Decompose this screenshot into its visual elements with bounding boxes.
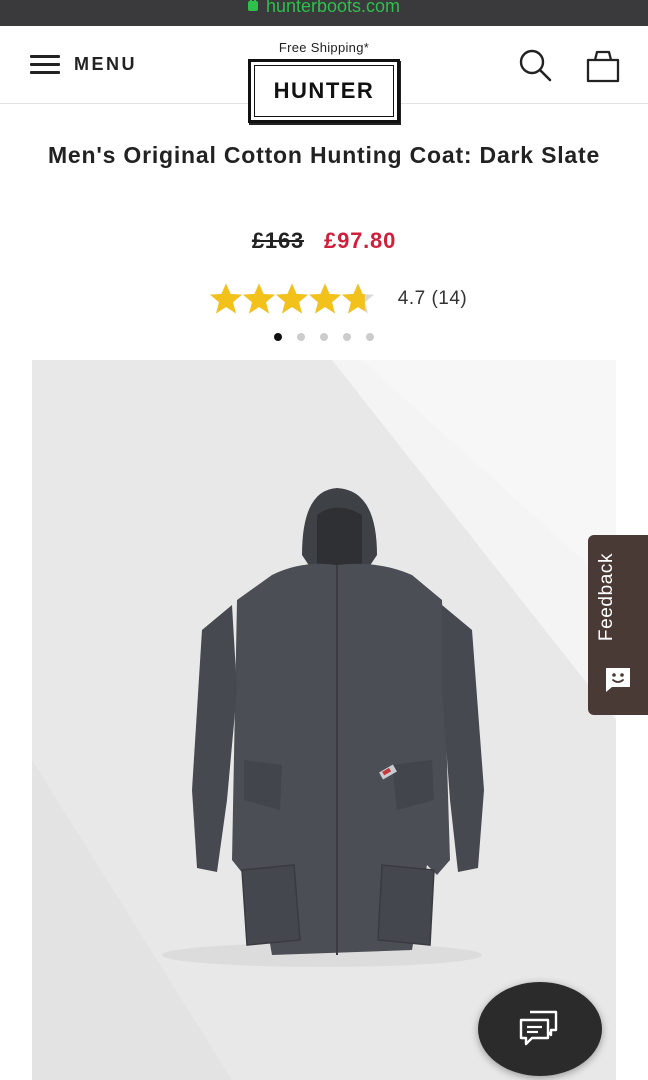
- feedback-label: Feedback: [596, 552, 617, 642]
- site-header: MENU Free Shipping* HUNTER: [0, 26, 648, 123]
- hamburger-icon: [30, 54, 60, 74]
- lock-icon: [247, 0, 258, 11]
- browser-url-bar[interactable]: hunterboots.com: [0, 0, 648, 26]
- menu-button[interactable]: MENU: [30, 53, 137, 75]
- chat-button[interactable]: [478, 982, 602, 1076]
- star-icon: [275, 283, 308, 314]
- menu-label: MENU: [74, 53, 137, 74]
- product-rating[interactable]: 4.7 (14): [0, 282, 648, 316]
- carousel-dot[interactable]: [274, 333, 282, 341]
- carousel-dot[interactable]: [320, 333, 328, 341]
- product-image[interactable]: [32, 360, 616, 1080]
- carousel-dot[interactable]: [343, 333, 351, 341]
- star-icon: [242, 283, 275, 314]
- url-text: hunterboots.com: [265, 0, 401, 16]
- chat-icon: [519, 1010, 558, 1046]
- rating-summary[interactable]: 4.7 (14): [398, 288, 467, 310]
- feedback-smiley-icon: [606, 668, 630, 692]
- star-icon: [341, 283, 374, 314]
- product-title: Men's Original Cotton Hunting Coat: Dark…: [47, 142, 601, 168]
- hunter-logo[interactable]: HUNTER: [248, 59, 400, 123]
- brand-block: Free Shipping* HUNTER: [224, 40, 424, 123]
- original-price: £163: [251, 228, 305, 253]
- carousel-dots: [0, 333, 648, 341]
- shopping-bag-button[interactable]: [585, 48, 621, 84]
- star-rating: [209, 282, 374, 316]
- shopping-bag-icon: [586, 50, 620, 83]
- free-shipping-text[interactable]: Free Shipping*: [224, 40, 424, 55]
- sale-price: £97.80: [324, 228, 397, 253]
- price-block: £163 £97.80: [0, 228, 648, 254]
- search-button[interactable]: [518, 48, 552, 82]
- url-display[interactable]: hunterboots.com: [0, 0, 648, 17]
- carousel-dot[interactable]: [366, 333, 374, 341]
- search-icon: [519, 49, 552, 82]
- carousel-dot[interactable]: [297, 333, 305, 341]
- star-icon: [308, 283, 341, 314]
- feedback-tab[interactable]: Feedback: [588, 535, 648, 715]
- logo-text: HUNTER: [254, 65, 394, 117]
- coat-image: [32, 360, 616, 1080]
- star-icon: [209, 283, 242, 314]
